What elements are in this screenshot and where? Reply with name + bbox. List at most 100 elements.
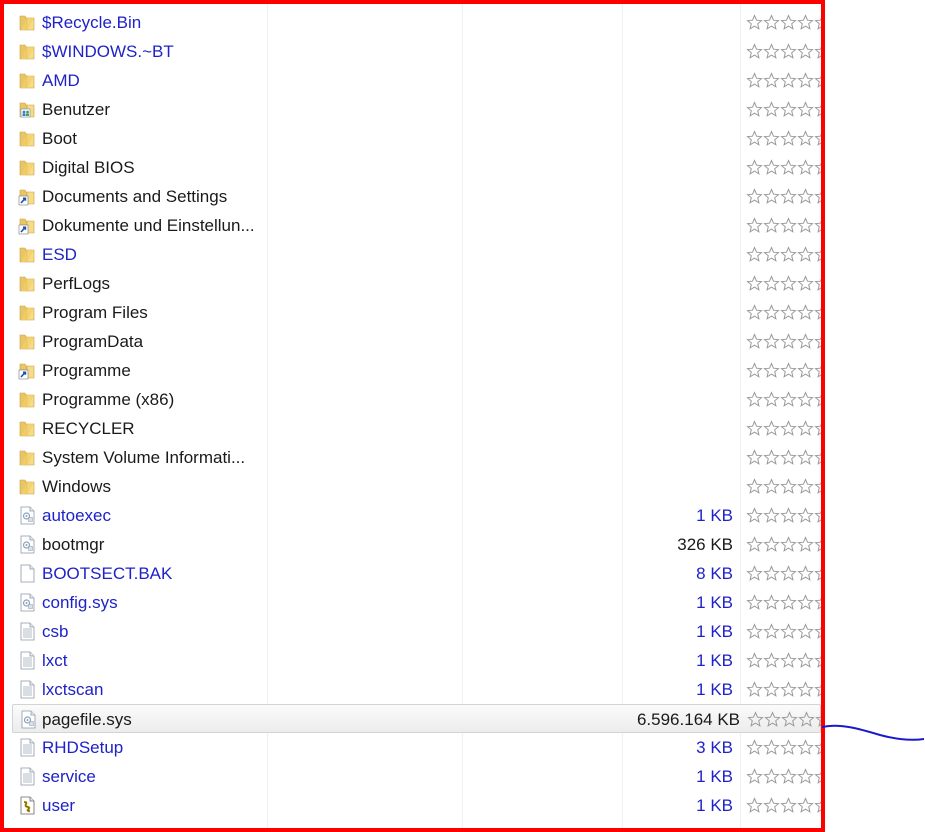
star-icon[interactable] bbox=[797, 623, 814, 640]
star-icon[interactable] bbox=[763, 362, 780, 379]
star-icon[interactable] bbox=[763, 333, 780, 350]
star-icon[interactable] bbox=[814, 420, 825, 437]
star-icon[interactable] bbox=[814, 623, 825, 640]
star-icon[interactable] bbox=[797, 739, 814, 756]
star-icon[interactable] bbox=[746, 797, 763, 814]
star-icon[interactable] bbox=[780, 507, 797, 524]
star-icon[interactable] bbox=[763, 739, 780, 756]
star-icon[interactable] bbox=[763, 536, 780, 553]
star-icon[interactable] bbox=[814, 478, 825, 495]
star-rating[interactable] bbox=[746, 797, 821, 814]
star-icon[interactable] bbox=[814, 536, 825, 553]
star-icon[interactable] bbox=[763, 14, 780, 31]
star-rating[interactable] bbox=[746, 449, 825, 466]
star-icon[interactable] bbox=[780, 478, 797, 495]
star-icon[interactable] bbox=[780, 362, 797, 379]
star-icon[interactable] bbox=[746, 768, 763, 785]
star-icon[interactable] bbox=[814, 594, 825, 611]
star-icon[interactable] bbox=[746, 101, 763, 118]
star-icon[interactable] bbox=[780, 420, 797, 437]
star-icon[interactable] bbox=[780, 101, 797, 118]
file-row[interactable]: Benutzer bbox=[4, 95, 821, 124]
star-icon[interactable] bbox=[763, 623, 780, 640]
star-icon[interactable] bbox=[814, 449, 825, 466]
star-rating[interactable] bbox=[746, 739, 821, 756]
star-icon[interactable] bbox=[763, 188, 780, 205]
star-icon[interactable] bbox=[763, 159, 780, 176]
star-rating[interactable] bbox=[746, 565, 825, 582]
star-rating[interactable] bbox=[746, 507, 821, 524]
star-icon[interactable] bbox=[797, 188, 814, 205]
star-icon[interactable] bbox=[763, 420, 780, 437]
star-icon[interactable] bbox=[746, 391, 763, 408]
star-rating[interactable] bbox=[746, 594, 825, 611]
star-icon[interactable] bbox=[797, 130, 814, 147]
star-rating[interactable] bbox=[746, 275, 821, 292]
star-icon[interactable] bbox=[814, 652, 825, 669]
star-icon[interactable] bbox=[814, 391, 825, 408]
star-rating[interactable] bbox=[746, 420, 825, 437]
star-icon[interactable] bbox=[763, 275, 780, 292]
star-icon[interactable] bbox=[797, 797, 814, 814]
star-icon[interactable] bbox=[746, 217, 763, 234]
file-row[interactable]: $Recycle.Bin bbox=[4, 8, 821, 37]
file-row[interactable]: Boot bbox=[4, 124, 821, 153]
star-icon[interactable] bbox=[746, 507, 763, 524]
star-icon[interactable] bbox=[746, 246, 763, 263]
star-icon[interactable] bbox=[746, 565, 763, 582]
star-icon[interactable] bbox=[746, 43, 763, 60]
star-icon[interactable] bbox=[780, 594, 797, 611]
file-row[interactable]: csb 1 KB bbox=[4, 617, 821, 646]
star-icon[interactable] bbox=[797, 43, 814, 60]
star-icon[interactable] bbox=[780, 623, 797, 640]
star-icon[interactable] bbox=[746, 681, 763, 698]
star-icon[interactable] bbox=[797, 536, 814, 553]
star-icon[interactable] bbox=[763, 246, 780, 263]
star-icon[interactable] bbox=[797, 14, 814, 31]
file-row[interactable]: bootmgr 326 KB bbox=[4, 530, 821, 559]
star-icon[interactable] bbox=[746, 188, 763, 205]
star-icon[interactable] bbox=[746, 536, 763, 553]
star-icon[interactable] bbox=[814, 304, 825, 321]
star-icon[interactable] bbox=[764, 711, 781, 728]
file-row[interactable]: Program Files bbox=[4, 298, 821, 327]
star-icon[interactable] bbox=[797, 681, 814, 698]
star-icon[interactable] bbox=[797, 72, 814, 89]
star-icon[interactable] bbox=[797, 652, 814, 669]
star-icon[interactable] bbox=[780, 565, 797, 582]
file-row[interactable]: Dokumente und Einstellun... bbox=[4, 211, 821, 240]
star-icon[interactable] bbox=[746, 623, 763, 640]
star-icon[interactable] bbox=[746, 14, 763, 31]
star-rating[interactable] bbox=[746, 478, 825, 495]
file-row[interactable]: BOOTSECT.BAK 8 KB bbox=[4, 559, 821, 588]
file-row[interactable]: config.sys 1 KB bbox=[4, 588, 821, 617]
star-icon[interactable] bbox=[798, 711, 815, 728]
file-row[interactable]: RECYCLER bbox=[4, 414, 821, 443]
star-icon[interactable] bbox=[763, 101, 780, 118]
star-icon[interactable] bbox=[797, 159, 814, 176]
file-row[interactable]: service 1 KB bbox=[4, 762, 821, 791]
star-icon[interactable] bbox=[797, 594, 814, 611]
star-rating[interactable] bbox=[746, 391, 825, 408]
star-icon[interactable] bbox=[797, 217, 814, 234]
star-icon[interactable] bbox=[814, 565, 825, 582]
star-icon[interactable] bbox=[780, 333, 797, 350]
star-icon[interactable] bbox=[780, 536, 797, 553]
star-icon[interactable] bbox=[763, 43, 780, 60]
star-icon[interactable] bbox=[797, 246, 814, 263]
star-icon[interactable] bbox=[814, 43, 825, 60]
star-icon[interactable] bbox=[814, 681, 825, 698]
star-icon[interactable] bbox=[797, 101, 814, 118]
file-row[interactable]: lxctscan 1 KB bbox=[4, 675, 821, 704]
star-icon[interactable] bbox=[763, 797, 780, 814]
star-rating[interactable] bbox=[746, 536, 825, 553]
star-rating[interactable] bbox=[746, 130, 821, 147]
file-row[interactable]: Documents and Settings bbox=[4, 182, 821, 211]
star-icon[interactable] bbox=[746, 275, 763, 292]
file-row[interactable]: lxct 1 KB bbox=[4, 646, 821, 675]
star-icon[interactable] bbox=[763, 391, 780, 408]
star-rating[interactable] bbox=[746, 304, 825, 321]
star-icon[interactable] bbox=[763, 507, 780, 524]
star-icon[interactable] bbox=[780, 275, 797, 292]
star-rating[interactable] bbox=[746, 72, 821, 89]
